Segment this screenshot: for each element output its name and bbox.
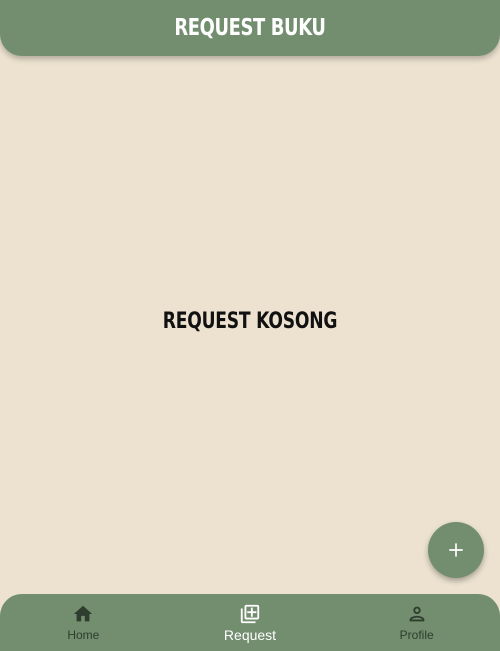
page-title: REQUEST BUKU (174, 15, 326, 41)
app-bar: REQUEST BUKU (0, 0, 500, 56)
nav-label-home: Home (67, 628, 100, 642)
nav-label-request: Request (223, 627, 277, 643)
empty-state-message: REQUEST KOSONG (162, 309, 338, 334)
nav-item-home[interactable]: Home (0, 594, 167, 651)
add-request-button[interactable] (428, 522, 484, 578)
library-add-icon (240, 604, 260, 624)
home-icon (74, 605, 93, 622)
nav-label-profile: Profile (399, 628, 434, 642)
nav-item-profile[interactable]: Profile (333, 594, 500, 651)
bottom-navigation: Home Request Profile (0, 594, 500, 651)
plus-icon (449, 543, 463, 557)
nav-item-request[interactable]: Request (167, 594, 334, 651)
person-icon (409, 606, 425, 622)
